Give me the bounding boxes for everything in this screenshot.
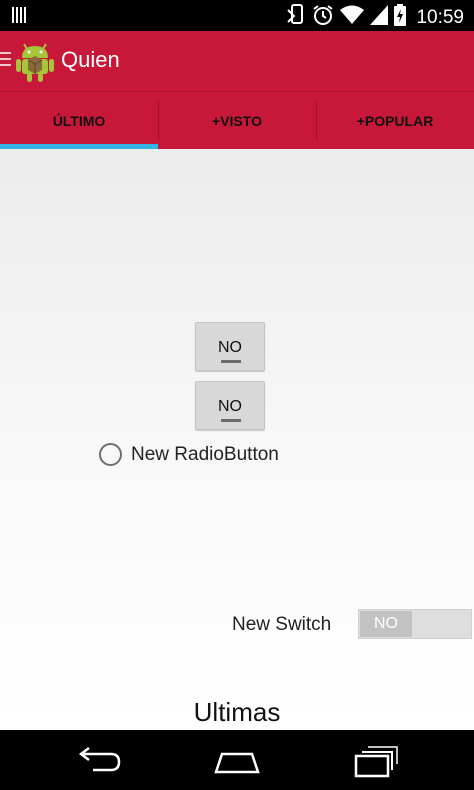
back-icon[interactable] <box>69 744 129 778</box>
wifi-icon <box>340 5 365 30</box>
status-bar: 10:59 <box>0 0 474 31</box>
tab-visto[interactable]: +VISTO <box>158 92 316 149</box>
switch-thumb[interactable]: NO <box>360 611 412 637</box>
notification-bars-icon <box>12 7 28 28</box>
toggle-button-2-label: NO <box>218 398 242 415</box>
switch-toggle[interactable]: NO <box>358 609 472 639</box>
app-title: Quien <box>61 47 120 72</box>
recent-apps-icon[interactable] <box>346 744 406 778</box>
switch-label: New Switch <box>232 614 332 635</box>
tab-bar: ÚLTIMO +VISTO +POPULAR <box>0 91 474 149</box>
radio-circle[interactable] <box>99 443 122 466</box>
navigation-bar <box>0 730 474 790</box>
home-icon[interactable] <box>207 744 267 778</box>
action-bar: Quien <box>0 31 474 91</box>
status-time: 10:59 <box>416 6 464 28</box>
alarm-icon <box>312 4 334 31</box>
navigation-drawer-icon[interactable] <box>0 52 12 70</box>
main-content: NO NO New RadioButton New Switch NO Ulti… <box>0 149 474 730</box>
battery-icon <box>394 4 407 31</box>
toggle-button-1[interactable]: NO <box>195 322 265 371</box>
section-title: Ultimas <box>193 697 281 727</box>
nfc-icon <box>286 4 306 31</box>
toggle-indicator <box>221 360 241 363</box>
tab-popular[interactable]: +POPULAR <box>316 92 474 149</box>
tab-ultimo[interactable]: ÚLTIMO <box>0 92 158 149</box>
toggle-button-2[interactable]: NO <box>195 381 265 430</box>
toggle-button-1-label: NO <box>218 339 242 356</box>
toggle-indicator <box>221 419 241 422</box>
signal-icon <box>370 5 389 30</box>
android-app-icon[interactable] <box>16 40 54 87</box>
radio-label: New RadioButton <box>131 443 279 465</box>
radio-button[interactable]: New RadioButton <box>99 443 279 466</box>
